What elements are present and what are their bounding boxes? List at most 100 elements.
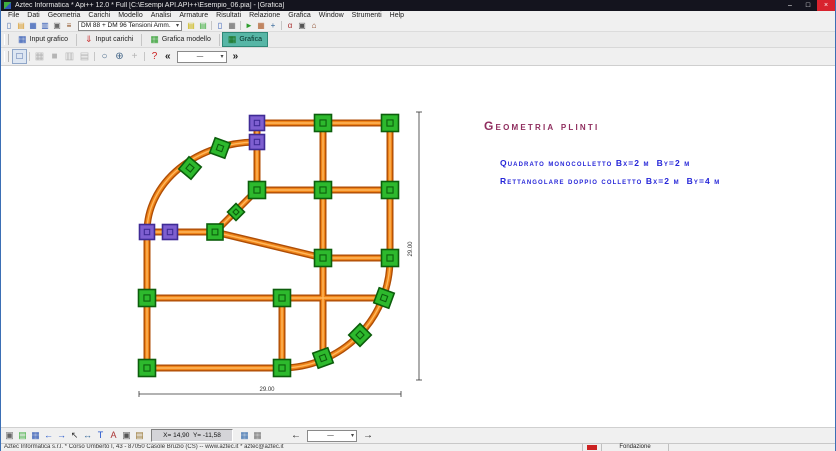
levels-yellow-button[interactable]: ▤ bbox=[185, 20, 197, 31]
save-all-button[interactable]: ▥ bbox=[39, 20, 51, 31]
zoom-window-icon: ○ bbox=[101, 52, 107, 62]
model-mesh-button[interactable]: ▦ bbox=[255, 20, 267, 31]
export-image-icon: ▤ bbox=[18, 431, 27, 440]
data-tables-button[interactable]: ▦ bbox=[226, 20, 238, 31]
snapshot-button[interactable]: ▣ bbox=[120, 429, 133, 442]
grid-small-button[interactable]: ▦ bbox=[238, 429, 251, 442]
toolbar-grip[interactable] bbox=[4, 51, 9, 62]
selection-window-button[interactable]: □ bbox=[12, 49, 27, 64]
foundation-plan-drawing: 29.0029.00 bbox=[1, 66, 836, 427]
text-button[interactable]: T bbox=[94, 429, 107, 442]
next-window-button[interactable]: → bbox=[360, 429, 376, 443]
plinth-purple bbox=[250, 135, 265, 150]
status-right-panel bbox=[668, 444, 835, 451]
redo-button[interactable]: → bbox=[55, 429, 68, 442]
run-analysis-button[interactable]: ► bbox=[243, 20, 255, 31]
beam-arc bbox=[282, 258, 390, 368]
tab-label: Grafica bbox=[239, 36, 262, 43]
plinth-green bbox=[179, 157, 202, 180]
query-icon: ? bbox=[152, 52, 158, 62]
norms-book-button[interactable]: ≡ bbox=[63, 20, 75, 31]
zoom-all-button[interactable]: ⊕ bbox=[112, 49, 127, 64]
report-icon: ▯ bbox=[218, 22, 222, 30]
plinth-green bbox=[139, 360, 156, 377]
title-bar: Aztec Informatica * Api++ 12.0 * Full [C… bbox=[1, 0, 835, 11]
new-button[interactable]: ▯ bbox=[3, 20, 15, 31]
menu-item-modello[interactable]: Modello bbox=[114, 12, 147, 19]
plinth-green bbox=[315, 250, 332, 267]
print-view-button[interactable]: ▣ bbox=[3, 429, 16, 442]
menu-item-help[interactable]: Help bbox=[386, 12, 408, 19]
toolbar-separator bbox=[281, 21, 282, 30]
tab-input-grafico[interactable]: ▦Input grafico bbox=[12, 32, 74, 47]
model-mesh-icon: ▦ bbox=[257, 22, 265, 30]
view-toolbar-icons: □▦■▥▤○⊕+? bbox=[12, 49, 162, 64]
exit-button[interactable]: ⌂ bbox=[308, 20, 320, 31]
view-combo-value: — bbox=[180, 53, 221, 60]
plinth-green bbox=[139, 290, 156, 307]
font-button[interactable]: A bbox=[107, 429, 120, 442]
view-combo[interactable]: — ▾ bbox=[177, 51, 227, 63]
minimize-button[interactable]: – bbox=[781, 0, 799, 11]
window-title: Aztec Informatica * Api++ 12.0 * Full [C… bbox=[15, 2, 781, 9]
axes-button[interactable]: + bbox=[267, 20, 279, 31]
menu-item-carichi[interactable]: Carichi bbox=[84, 12, 114, 19]
close-button[interactable]: × bbox=[817, 0, 835, 11]
status-indicator-panel bbox=[582, 444, 601, 451]
save-button[interactable]: ▦ bbox=[27, 20, 39, 31]
plinth-green bbox=[207, 224, 223, 240]
previous-view-button[interactable]: « bbox=[162, 50, 174, 64]
grafica-icon: ▦ bbox=[228, 35, 237, 44]
view-hidden-icon: ▥ bbox=[65, 52, 74, 62]
menu-item-relazione[interactable]: Relazione bbox=[245, 12, 284, 19]
menu-item-dati[interactable]: Dati bbox=[23, 12, 43, 19]
zoom-window-button[interactable]: ○ bbox=[97, 49, 112, 64]
chevron-down-icon: ▾ bbox=[176, 22, 179, 29]
tab-input-carichi[interactable]: ⇓Input carichi bbox=[79, 32, 139, 47]
window-combo-value: — bbox=[310, 432, 351, 439]
alpha-options-button[interactable]: α bbox=[284, 20, 296, 31]
report-button[interactable]: ▯ bbox=[214, 20, 226, 31]
copy-view-button[interactable]: ▦ bbox=[29, 429, 42, 442]
window-combo[interactable]: — ▾ bbox=[307, 430, 357, 442]
maximize-button[interactable]: □ bbox=[799, 0, 817, 11]
measure-button[interactable]: ↔ bbox=[81, 429, 94, 442]
tab-grafica-modello[interactable]: ▦Grafica modello bbox=[144, 32, 217, 47]
measure-icon: ↔ bbox=[83, 431, 92, 440]
menu-item-risultati[interactable]: Risultati bbox=[212, 12, 245, 19]
toolbar-grip[interactable] bbox=[4, 34, 9, 45]
levels-green-button[interactable]: ▤ bbox=[197, 20, 209, 31]
menu-item-armature[interactable]: Armature bbox=[175, 12, 212, 19]
menu-item-strumenti[interactable]: Strumenti bbox=[348, 12, 386, 19]
chevron-down-icon: ▾ bbox=[351, 432, 354, 439]
query-button[interactable]: ? bbox=[147, 49, 162, 64]
snapshot-icon: ▣ bbox=[122, 431, 131, 440]
tab-label: Grafica modello bbox=[162, 36, 211, 43]
export-image-button[interactable]: ▤ bbox=[16, 429, 29, 442]
tab-grafica[interactable]: ▦Grafica bbox=[222, 32, 268, 47]
print-drawing-button[interactable]: ▣ bbox=[296, 20, 308, 31]
menu-item-geometria[interactable]: Geometria bbox=[44, 12, 85, 19]
save-icon: ▦ bbox=[29, 22, 37, 30]
grid-large-button[interactable]: ▦ bbox=[251, 429, 264, 442]
menu-item-analisi[interactable]: Analisi bbox=[147, 12, 176, 19]
drawing-canvas[interactable]: 29.0029.00 Geometria plinti Quadrato mon… bbox=[1, 66, 835, 427]
toolbar-separator bbox=[94, 52, 95, 61]
pan-icon: + bbox=[132, 52, 138, 62]
norms-combo[interactable]: DM 88 + DM 96 Tensioni Amm. ▾ bbox=[78, 21, 182, 31]
plinth-green bbox=[315, 115, 332, 132]
menu-item-window[interactable]: Window bbox=[315, 12, 348, 19]
print-button[interactable]: ▣ bbox=[51, 20, 63, 31]
pointer-button[interactable]: ↖ bbox=[68, 429, 81, 442]
undo-button[interactable]: ← bbox=[42, 429, 55, 442]
plinth-type-1-caption: Quadrato monocolletto Bx=2 m By=2 m bbox=[500, 158, 690, 168]
menu-item-file[interactable]: File bbox=[4, 12, 23, 19]
coordinates-display: X= 14,90 Y= -11,58 bbox=[151, 429, 233, 442]
tab-bar: ▦Input grafico⇓Input carichi▦Grafica mod… bbox=[1, 32, 835, 48]
next-view-button[interactable]: » bbox=[230, 50, 242, 64]
application-window: Aztec Informatica * Api++ 12.0 * Full [C… bbox=[0, 0, 836, 451]
previous-window-button[interactable]: ← bbox=[288, 429, 304, 443]
menu-item-grafica[interactable]: Grafica bbox=[284, 12, 315, 19]
open-button[interactable]: ▤ bbox=[15, 20, 27, 31]
notes-button[interactable]: ▤ bbox=[133, 429, 146, 442]
